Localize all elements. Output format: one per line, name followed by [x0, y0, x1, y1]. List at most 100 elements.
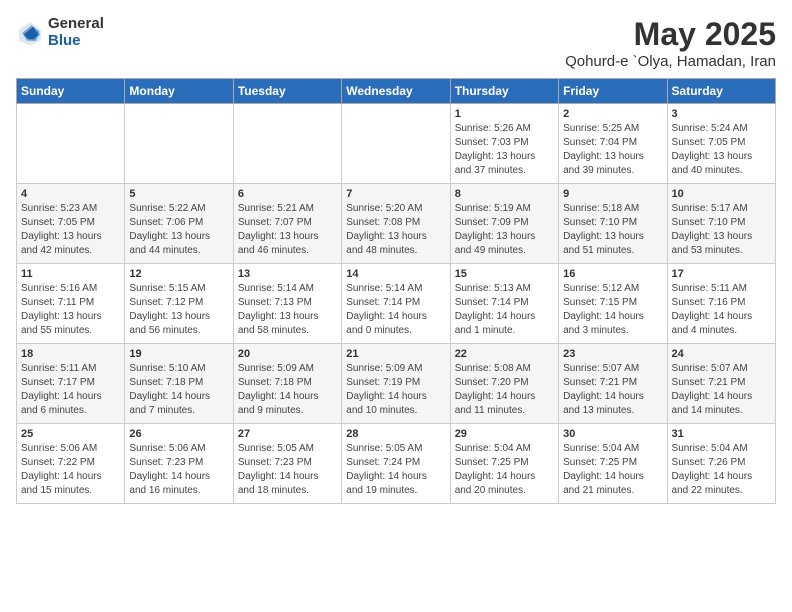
day-info: Sunrise: 5:14 AM Sunset: 7:13 PM Dayligh… — [238, 282, 337, 338]
week-row-2: 11 Sunrise: 5:16 AM Sunset: 7:11 PM Dayli… — [17, 264, 776, 344]
calendar-title: May 2025 — [565, 16, 776, 53]
day-info: Sunrise: 5:19 AM Sunset: 7:09 PM Dayligh… — [455, 202, 554, 258]
day-number: 5 — [129, 188, 228, 200]
day-number: 1 — [455, 108, 554, 120]
day-cell: 17Sunrise: 5:11 AM Sunset: 7:16 PM Dayli… — [667, 264, 775, 344]
day-cell: 1 Sunrise: 5:26 AM Sunset: 7:03 PM Daylig… — [450, 104, 558, 184]
day-cell: 7Sunrise: 5:20 AM Sunset: 7:08 PM Daylig… — [342, 184, 450, 264]
day-number: 20 — [238, 348, 337, 360]
logo-icon — [16, 19, 44, 47]
day-cell: 6 Sunrise: 5:21 AM Sunset: 7:07 PM Daylig… — [233, 184, 341, 264]
day-number: 18 — [21, 348, 120, 360]
day-cell: 28Sunrise: 5:05 AM Sunset: 7:24 PM Dayli… — [342, 424, 450, 504]
day-cell: 20 Sunrise: 5:09 AM Sunset: 7:18 PM Dayli… — [233, 344, 341, 424]
week-row-3: 18Sunrise: 5:11 AM Sunset: 7:17 PM Dayli… — [17, 344, 776, 424]
day-number: 7 — [346, 188, 445, 200]
day-number: 22 — [455, 348, 554, 360]
logo-general-text: General — [48, 16, 104, 33]
day-info: Sunrise: 5:09 AM Sunset: 7:19 PM Dayligh… — [346, 362, 445, 418]
day-cell: 16 Sunrise: 5:12 AM Sunset: 7:15 PM Dayli… — [559, 264, 667, 344]
day-number: 27 — [238, 428, 337, 440]
day-cell: 24 Sunrise: 5:07 AM Sunset: 7:21 PM Dayli… — [667, 344, 775, 424]
day-number: 4 — [21, 188, 120, 200]
day-number: 26 — [129, 428, 228, 440]
day-info: Sunrise: 5:06 AM Sunset: 7:22 PM Dayligh… — [21, 442, 120, 498]
calendar-subtitle: Qohurd-e `Olya, Hamadan, Iran — [565, 53, 776, 70]
day-info: Sunrise: 5:12 AM Sunset: 7:15 PM Dayligh… — [563, 282, 662, 338]
calendar-table: Sunday Monday Tuesday Wednesday Thursday… — [16, 78, 776, 504]
day-cell — [125, 104, 233, 184]
week-row-0: 1 Sunrise: 5:26 AM Sunset: 7:03 PM Daylig… — [17, 104, 776, 184]
header-row: Sunday Monday Tuesday Wednesday Thursday… — [17, 79, 776, 104]
day-number: 29 — [455, 428, 554, 440]
calendar-body: 1 Sunrise: 5:26 AM Sunset: 7:03 PM Daylig… — [17, 104, 776, 504]
day-cell: 23 Sunrise: 5:07 AM Sunset: 7:21 PM Dayli… — [559, 344, 667, 424]
header-friday: Friday — [559, 79, 667, 104]
day-info: Sunrise: 5:07 AM Sunset: 7:21 PM Dayligh… — [563, 362, 662, 418]
logo-text: General Blue — [48, 16, 104, 49]
day-info: Sunrise: 5:04 AM Sunset: 7:25 PM Dayligh… — [563, 442, 662, 498]
day-cell: 10Sunrise: 5:17 AM Sunset: 7:10 PM Dayli… — [667, 184, 775, 264]
day-cell: 2 Sunrise: 5:25 AM Sunset: 7:04 PM Daylig… — [559, 104, 667, 184]
day-cell: 29 Sunrise: 5:04 AM Sunset: 7:25 PM Dayli… — [450, 424, 558, 504]
header-monday: Monday — [125, 79, 233, 104]
day-number: 31 — [672, 428, 771, 440]
day-number: 2 — [563, 108, 662, 120]
day-info: Sunrise: 5:22 AM Sunset: 7:06 PM Dayligh… — [129, 202, 228, 258]
day-number: 11 — [21, 268, 120, 280]
day-info: Sunrise: 5:05 AM Sunset: 7:23 PM Dayligh… — [238, 442, 337, 498]
day-cell — [233, 104, 341, 184]
day-cell — [342, 104, 450, 184]
day-cell: 13Sunrise: 5:14 AM Sunset: 7:13 PM Dayli… — [233, 264, 341, 344]
calendar-header: Sunday Monday Tuesday Wednesday Thursday… — [17, 79, 776, 104]
day-cell: 22 Sunrise: 5:08 AM Sunset: 7:20 PM Dayli… — [450, 344, 558, 424]
header-thursday: Thursday — [450, 79, 558, 104]
day-info: Sunrise: 5:26 AM Sunset: 7:03 PM Dayligh… — [455, 122, 554, 178]
day-cell: 30 Sunrise: 5:04 AM Sunset: 7:25 PM Dayli… — [559, 424, 667, 504]
day-number: 24 — [672, 348, 771, 360]
day-info: Sunrise: 5:23 AM Sunset: 7:05 PM Dayligh… — [21, 202, 120, 258]
header-sunday: Sunday — [17, 79, 125, 104]
day-info: Sunrise: 5:04 AM Sunset: 7:26 PM Dayligh… — [672, 442, 771, 498]
day-number: 21 — [346, 348, 445, 360]
day-cell: 12Sunrise: 5:15 AM Sunset: 7:12 PM Dayli… — [125, 264, 233, 344]
day-info: Sunrise: 5:16 AM Sunset: 7:11 PM Dayligh… — [21, 282, 120, 338]
day-number: 17 — [672, 268, 771, 280]
week-row-1: 4 Sunrise: 5:23 AM Sunset: 7:05 PM Daylig… — [17, 184, 776, 264]
day-info: Sunrise: 5:24 AM Sunset: 7:05 PM Dayligh… — [672, 122, 771, 178]
logo: General Blue — [16, 16, 104, 49]
day-info: Sunrise: 5:04 AM Sunset: 7:25 PM Dayligh… — [455, 442, 554, 498]
day-cell: 27 Sunrise: 5:05 AM Sunset: 7:23 PM Dayli… — [233, 424, 341, 504]
day-number: 23 — [563, 348, 662, 360]
day-cell: 21 Sunrise: 5:09 AM Sunset: 7:19 PM Dayli… — [342, 344, 450, 424]
header-saturday: Saturday — [667, 79, 775, 104]
day-number: 8 — [455, 188, 554, 200]
day-number: 30 — [563, 428, 662, 440]
day-number: 6 — [238, 188, 337, 200]
day-number: 16 — [563, 268, 662, 280]
day-info: Sunrise: 5:25 AM Sunset: 7:04 PM Dayligh… — [563, 122, 662, 178]
header-tuesday: Tuesday — [233, 79, 341, 104]
day-info: Sunrise: 5:09 AM Sunset: 7:18 PM Dayligh… — [238, 362, 337, 418]
day-cell: 4 Sunrise: 5:23 AM Sunset: 7:05 PM Daylig… — [17, 184, 125, 264]
day-info: Sunrise: 5:13 AM Sunset: 7:14 PM Dayligh… — [455, 282, 554, 338]
week-row-4: 25 Sunrise: 5:06 AM Sunset: 7:22 PM Dayli… — [17, 424, 776, 504]
day-cell: 8 Sunrise: 5:19 AM Sunset: 7:09 PM Daylig… — [450, 184, 558, 264]
day-number: 25 — [21, 428, 120, 440]
page-header: General Blue May 2025 Qohurd-e `Olya, Ha… — [16, 16, 776, 70]
day-info: Sunrise: 5:10 AM Sunset: 7:18 PM Dayligh… — [129, 362, 228, 418]
day-info: Sunrise: 5:06 AM Sunset: 7:23 PM Dayligh… — [129, 442, 228, 498]
day-number: 12 — [129, 268, 228, 280]
day-info: Sunrise: 5:17 AM Sunset: 7:10 PM Dayligh… — [672, 202, 771, 258]
day-cell: 31 Sunrise: 5:04 AM Sunset: 7:26 PM Dayli… — [667, 424, 775, 504]
day-cell — [17, 104, 125, 184]
day-info: Sunrise: 5:07 AM Sunset: 7:21 PM Dayligh… — [672, 362, 771, 418]
day-cell: 15Sunrise: 5:13 AM Sunset: 7:14 PM Dayli… — [450, 264, 558, 344]
day-number: 14 — [346, 268, 445, 280]
day-number: 9 — [563, 188, 662, 200]
day-cell: 5 Sunrise: 5:22 AM Sunset: 7:06 PM Daylig… — [125, 184, 233, 264]
day-info: Sunrise: 5:08 AM Sunset: 7:20 PM Dayligh… — [455, 362, 554, 418]
day-info: Sunrise: 5:21 AM Sunset: 7:07 PM Dayligh… — [238, 202, 337, 258]
day-number: 3 — [672, 108, 771, 120]
day-cell: 11 Sunrise: 5:16 AM Sunset: 7:11 PM Dayli… — [17, 264, 125, 344]
